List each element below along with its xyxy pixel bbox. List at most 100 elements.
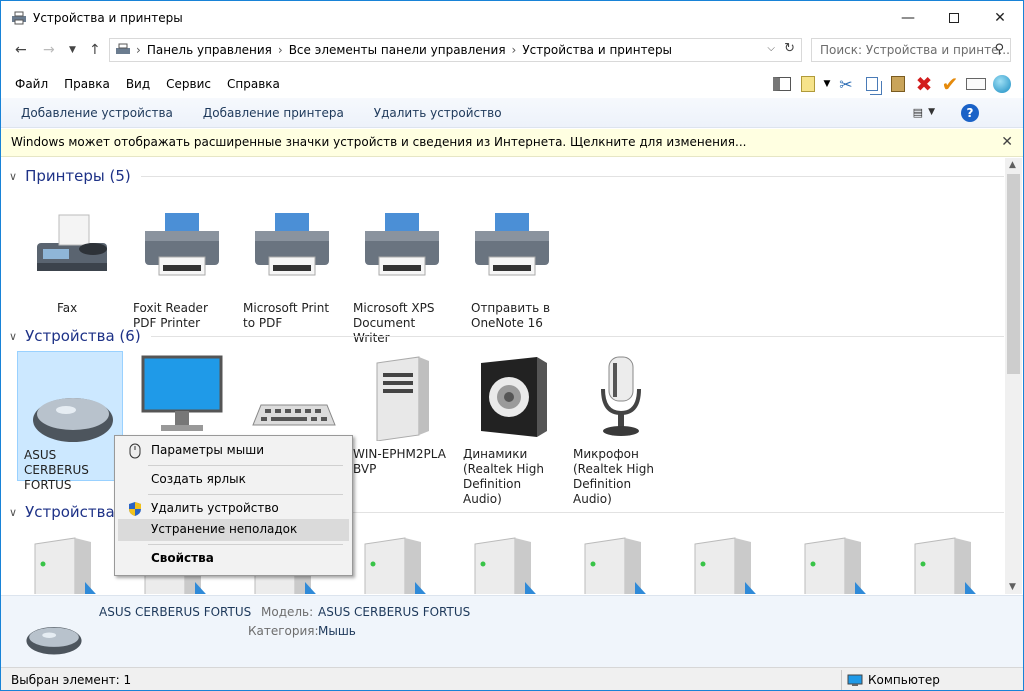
chevron-down-icon: ∨: [9, 329, 18, 343]
context-menu: Параметры мыши Создать ярлык Удалить уст…: [114, 435, 353, 576]
speaker-icon: [481, 357, 547, 437]
media-device-icon[interactable]: [799, 534, 879, 594]
devices-printers-window: Устройства и принтеры — ✕ ← → ▼ ↑ › Пане…: [0, 0, 1024, 691]
back-arrow-icon[interactable]: ←: [15, 42, 27, 58]
add-device-button[interactable]: Добавление устройства: [21, 106, 173, 120]
command-bar: Добавление устройства Добавление принтер…: [1, 98, 1023, 128]
network-globe-icon[interactable]: [989, 72, 1015, 96]
minimize-button[interactable]: —: [885, 1, 931, 35]
computer-icon: [847, 674, 863, 686]
menu-separator: [148, 465, 343, 466]
scroll-up-icon[interactable]: ▲: [1009, 160, 1016, 170]
media-device-icon[interactable]: [689, 534, 769, 594]
info-bar[interactable]: Windows может отображать расширенные зна…: [1, 129, 1023, 157]
delete-icon[interactable]: ✖: [911, 72, 937, 96]
close-icon: ✕: [994, 10, 1006, 26]
status-location: Компьютер: [847, 673, 940, 687]
device-item-fax[interactable]: Fax: [17, 205, 123, 333]
device-item-foxit-printer[interactable]: Foxit Reader PDF Printer: [127, 205, 233, 333]
scroll-down-icon[interactable]: ▼: [1009, 582, 1016, 592]
copy-icon[interactable]: [859, 72, 885, 96]
details-model-value: ASUS CERBERUS FORTUS: [318, 605, 471, 619]
device-item-onenote[interactable]: Отправить в OneNote 16: [457, 205, 563, 333]
rename-icon[interactable]: [963, 72, 989, 96]
address-dropdown-icon[interactable]: ⌵: [767, 43, 775, 54]
device-item-ms-xps-writer[interactable]: Microsoft XPS Document Writer: [347, 205, 453, 345]
maximize-button[interactable]: [931, 1, 977, 35]
breadcrumb-separator-icon: ›: [277, 43, 283, 57]
breadcrumb-devices-printers[interactable]: Устройства и принтеры: [522, 43, 672, 57]
device-label: WIN-EPHM2PLA BVP: [353, 447, 446, 476]
vertical-scrollbar[interactable]: ▲ ▼: [1005, 158, 1022, 594]
menu-separator: [148, 544, 343, 545]
chevron-down-icon[interactable]: ▼: [821, 72, 833, 96]
shield-icon: [129, 502, 141, 516]
media-device-icon[interactable]: [29, 534, 109, 594]
group-devices[interactable]: ∨ Устройства (6): [9, 325, 1004, 347]
preview-pane-icon[interactable]: [769, 72, 795, 96]
menu-separator: [148, 494, 343, 495]
close-button[interactable]: ✕: [977, 1, 1023, 35]
forward-arrow-icon[interactable]: →: [43, 42, 55, 58]
cut-icon[interactable]: ✂: [833, 72, 859, 96]
printer-icon: [475, 213, 549, 276]
device-item-asus-mouse[interactable]: ASUS CERBERUS FORTUS: [17, 351, 123, 492]
view-options-icon[interactable]: ▤: [913, 106, 923, 119]
device-item-speakers[interactable]: Динамики (Realtek High Definition Audio): [457, 351, 563, 506]
checkmark-icon[interactable]: ✔: [937, 72, 963, 96]
menu-item-label: Создать ярлык: [151, 472, 246, 486]
menu-item-troubleshoot[interactable]: Устранение неполадок: [118, 519, 349, 541]
media-device-icon[interactable]: [909, 534, 989, 594]
title-bar[interactable]: Устройства и принтеры — ✕: [1, 1, 1023, 35]
scroll-thumb[interactable]: [1007, 174, 1020, 374]
status-selected-count: Выбран элемент: 1: [11, 673, 132, 687]
group-divider: [140, 175, 1004, 177]
details-device-name: ASUS CERBERUS FORTUS: [99, 605, 252, 619]
refresh-icon[interactable]: ↻: [784, 41, 795, 56]
maximize-icon: [949, 13, 959, 23]
breadcrumb-control-panel[interactable]: Панель управления: [147, 43, 272, 57]
device-item-microphone[interactable]: Микрофон (Realtek High Definition Audio): [567, 351, 673, 506]
media-device-icon[interactable]: [579, 534, 659, 594]
properties-icon[interactable]: [795, 72, 821, 96]
group-printers[interactable]: ∨ Принтеры (5): [9, 165, 1004, 187]
menu-file[interactable]: Файл: [15, 77, 48, 91]
menu-item-properties[interactable]: Свойства: [118, 548, 349, 570]
add-printer-button[interactable]: Добавление принтера: [203, 106, 344, 120]
monitor-icon: [141, 355, 223, 431]
menu-help[interactable]: Справка: [227, 77, 280, 91]
info-bar-text: Windows может отображать расширенные зна…: [11, 135, 747, 149]
breadcrumb-separator-icon: ›: [136, 43, 141, 57]
menu-edit[interactable]: Правка: [64, 77, 110, 91]
remove-device-button[interactable]: Удалить устройство: [374, 106, 502, 120]
menu-item-create-shortcut[interactable]: Создать ярлык: [118, 469, 349, 491]
up-arrow-icon[interactable]: ↑: [89, 42, 101, 58]
menu-item-label: Устранение неполадок: [151, 522, 298, 536]
recent-chevron-icon[interactable]: ▼: [69, 45, 76, 55]
device-label: Микрофон (Realtek High Definition Audio): [573, 447, 654, 506]
menu-item-remove-device[interactable]: Удалить устройство: [118, 498, 349, 520]
details-model-label: Модель:: [261, 605, 314, 619]
search-icon: ⚲: [994, 42, 1004, 57]
group-title-devices: Устройства (6): [25, 327, 141, 345]
control-panel-icon: [116, 43, 130, 54]
view-dropdown-icon[interactable]: ▼: [928, 107, 935, 117]
device-item-computer[interactable]: WIN-EPHM2PLA BVP: [347, 351, 453, 479]
address-row: ← → ▼ ↑ › Панель управления › Все элемен…: [1, 38, 1023, 64]
minimize-icon: —: [901, 10, 915, 26]
close-icon[interactable]: ✕: [1001, 134, 1013, 150]
breadcrumb-all-items[interactable]: Все элементы панели управления: [289, 43, 506, 57]
device-item-ms-print-pdf[interactable]: Microsoft Print to PDF: [237, 205, 343, 333]
media-device-icon[interactable]: [359, 534, 439, 594]
address-bar[interactable]: › Панель управления › Все элементы панел…: [109, 38, 802, 62]
menu-view[interactable]: Вид: [126, 77, 150, 91]
keyboard-icon: [252, 404, 336, 426]
help-icon[interactable]: ?: [961, 104, 979, 122]
menu-item-mouse-settings[interactable]: Параметры мыши: [118, 440, 349, 462]
menu-tools[interactable]: Сервис: [166, 77, 211, 91]
search-input[interactable]: Поиск: Устройства и принте... ⚲: [811, 38, 1011, 62]
status-divider: [841, 670, 842, 690]
paste-icon[interactable]: [885, 72, 911, 96]
printer-icon: [255, 213, 329, 276]
media-device-icon[interactable]: [469, 534, 549, 594]
